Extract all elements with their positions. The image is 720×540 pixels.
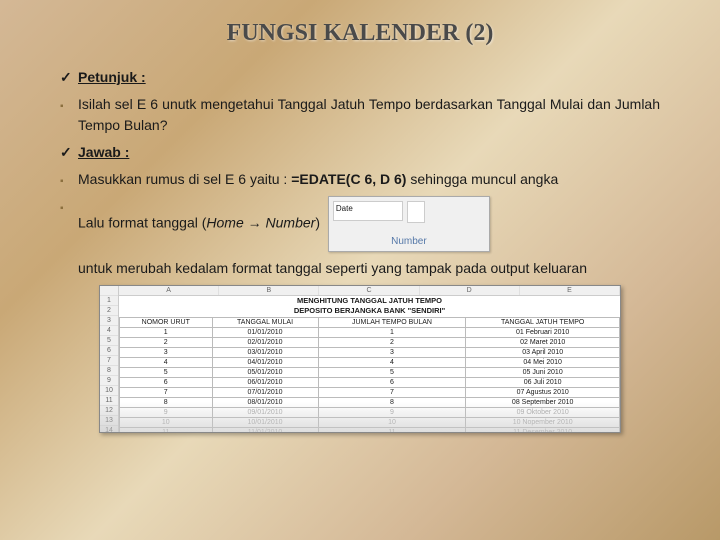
petunjuk-label: Petunjuk :	[78, 67, 660, 88]
jawab-label: Jawab :	[78, 142, 660, 163]
spreadsheet-output-image: 1234567891011121314151617 ABCDE MENGHITU…	[99, 285, 621, 433]
jawab-1a: Masukkan rumus di sel E 6 yaitu :	[78, 171, 291, 187]
content-area: Petunjuk : Isilah sel E 6 unutk mengetah…	[60, 67, 660, 433]
check-icon	[60, 142, 78, 163]
jawab-2d: )	[315, 215, 320, 231]
petunjuk-body: Isilah sel E 6 unutk mengetahui Tanggal …	[60, 94, 660, 136]
sheet-title-1: MENGHITUNG TANGGAL JATUH TEMPO	[119, 296, 620, 306]
ribbon-number-group-image: Date Number	[328, 196, 490, 252]
jawab-2c: Number	[262, 215, 316, 231]
bullet-icon	[60, 196, 78, 217]
jawab-line-1: Masukkan rumus di sel E 6 yaitu : =EDATE…	[60, 169, 660, 190]
jawab-heading: Jawab :	[60, 142, 660, 163]
jawab-line-2: Lalu format tanggal (Home → Number) Date…	[60, 196, 660, 252]
grid: ABCDE MENGHITUNG TANGGAL JATUH TEMPO DEP…	[119, 286, 620, 433]
slide: FUNGSI KALENDER (2) Petunjuk : Isilah se…	[0, 0, 720, 540]
jawab-formula: =EDATE(C 6, D 6)	[291, 171, 406, 187]
petunjuk-heading: Petunjuk :	[60, 67, 660, 88]
check-icon	[60, 67, 78, 88]
jawab-2b: Home	[206, 215, 247, 231]
dropdown-arrow-icon	[407, 201, 425, 223]
bullet-icon	[60, 94, 78, 115]
ribbon-group-label: Number	[329, 234, 489, 249]
petunjuk-text: Isilah sel E 6 unutk mengetahui Tanggal …	[78, 94, 660, 136]
row-headers: 1234567891011121314151617	[100, 286, 119, 433]
jawab-text-1: Masukkan rumus di sel E 6 yaitu : =EDATE…	[78, 169, 660, 190]
jawab-text-3: untuk merubah kedalam format tanggal sep…	[78, 258, 660, 279]
data-table: NOMOR URUTTANGGAL MULAIJUMLAH TEMPO BULA…	[119, 317, 620, 434]
jawab-1b: sehingga muncul angka	[406, 171, 558, 187]
number-format-dropdown: Date	[333, 201, 403, 221]
column-headers: ABCDE	[119, 286, 620, 296]
jawab-text-2: Lalu format tanggal (Home → Number) Date…	[78, 196, 660, 252]
jawab-2a: Lalu format tanggal (	[78, 215, 206, 231]
sheet: 1234567891011121314151617 ABCDE MENGHITU…	[100, 286, 620, 433]
sheet-title-2: DEPOSITO BERJANGKA BANK "SENDIRI"	[119, 306, 620, 316]
bullet-icon	[60, 169, 78, 190]
jawab-line-3: untuk merubah kedalam format tanggal sep…	[78, 258, 660, 279]
slide-title: FUNGSI KALENDER (2)	[60, 20, 660, 47]
